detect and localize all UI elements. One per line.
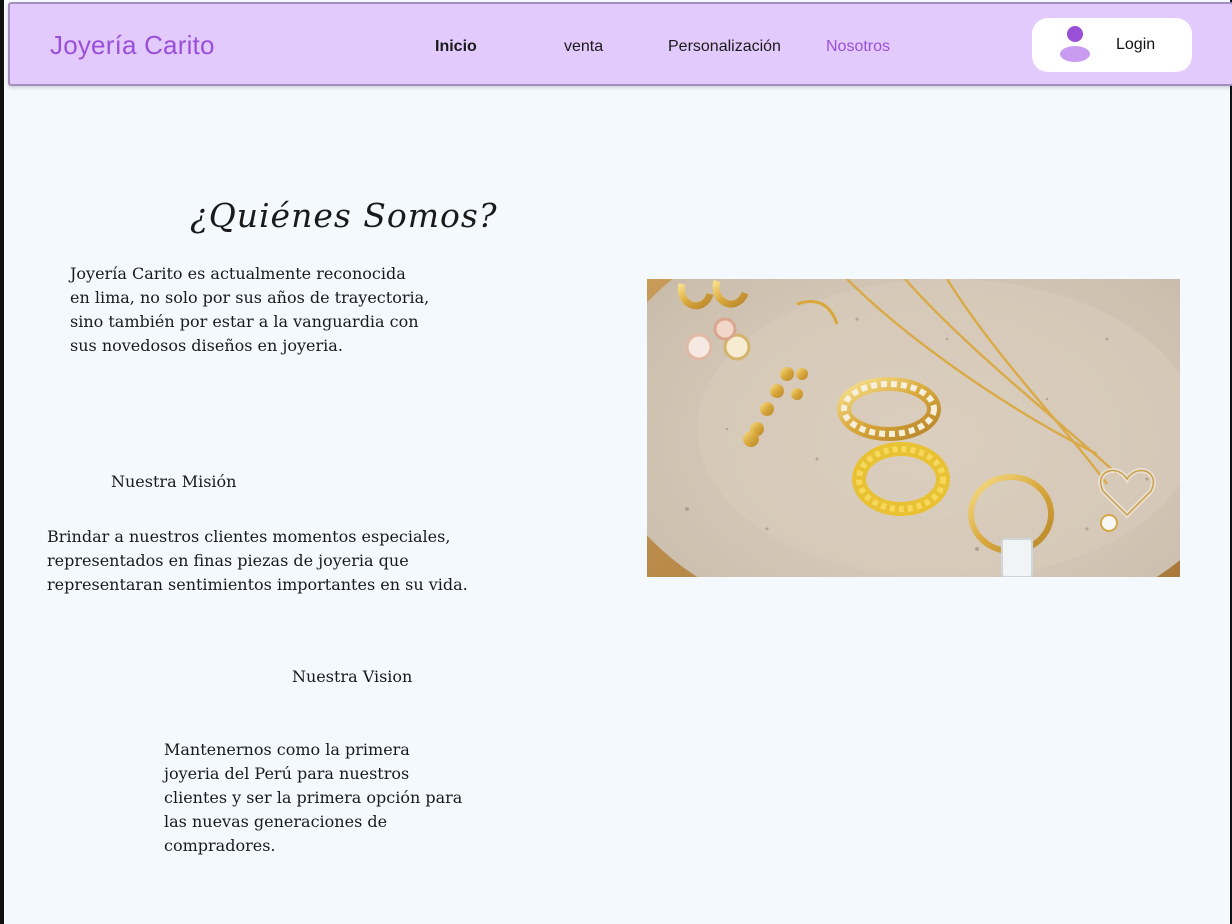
- mission-text: Brindar a nuestros clientes momentos esp…: [47, 527, 468, 594]
- jewelry-photo: [647, 279, 1180, 577]
- vision-heading: Nuestra Vision: [292, 667, 413, 686]
- nav-venta[interactable]: venta: [564, 38, 603, 56]
- brand-logo[interactable]: Joyería Carito: [50, 30, 215, 61]
- nav-nosotros[interactable]: Nosotros: [826, 38, 890, 56]
- intro-text: Joyería Carito es actualmente reconocida…: [70, 264, 430, 355]
- mission-heading: Nuestra Misión: [111, 472, 237, 491]
- nav-personalizacion[interactable]: Personalización: [668, 38, 781, 56]
- vision-text: Mantenernos como la primera joyeria del …: [164, 740, 463, 855]
- user-icon: [1060, 26, 1090, 64]
- top-navbar: Joyería Carito Inicio venta Personalizac…: [8, 2, 1232, 86]
- nav-inicio[interactable]: Inicio: [435, 38, 477, 56]
- page-frame: Joyería Carito Inicio venta Personalizac…: [0, 0, 1232, 924]
- page-title: ¿Quiénes Somos?: [190, 196, 498, 235]
- login-button[interactable]: Login: [1032, 18, 1192, 72]
- login-label: Login: [1116, 36, 1156, 53]
